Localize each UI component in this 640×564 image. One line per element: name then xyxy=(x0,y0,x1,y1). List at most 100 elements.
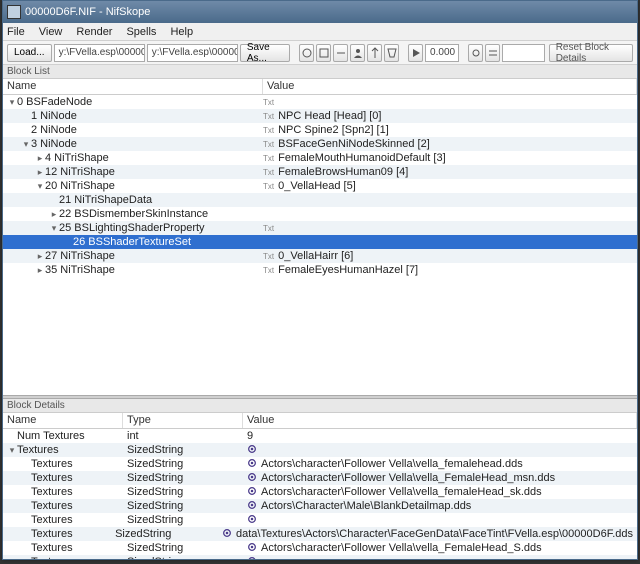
detail-row[interactable]: Num Textures int 9 xyxy=(3,429,637,443)
prop-type: SizedString xyxy=(123,500,243,512)
time-field[interactable]: 0.000 xyxy=(425,44,459,62)
view-side-icon[interactable] xyxy=(333,44,348,62)
twisty-icon[interactable]: ▾ xyxy=(49,223,59,234)
node-label: 26 BSShaderTextureSet xyxy=(73,236,191,248)
menu-spells[interactable]: Spells xyxy=(126,26,156,38)
titlebar[interactable]: 00000D6F.NIF - NifSkope xyxy=(3,1,637,23)
detail-row[interactable]: TexturesSizedStringActors\character\Foll… xyxy=(3,485,637,499)
type-tag: Txt xyxy=(263,168,274,177)
save-path-field[interactable]: y:\FVella.esp\00000D6F.NIF xyxy=(147,44,238,62)
tree-row[interactable]: ▸35 NiTriShapeTxtFemaleEyesHumanHazel [7… xyxy=(3,263,637,277)
block-details-header: Block Details xyxy=(3,399,637,413)
twisty-icon[interactable]: ▸ xyxy=(49,209,59,220)
twisty-icon[interactable]: ▾ xyxy=(35,181,45,192)
reset-block-details-button[interactable]: Reset Block Details xyxy=(549,44,633,62)
node-label: 12 NiTriShape xyxy=(45,166,115,178)
col-name[interactable]: Name xyxy=(3,413,123,428)
twisty-icon[interactable]: ▾ xyxy=(7,97,17,108)
detail-row[interactable]: ▾TexturesSizedString xyxy=(3,443,637,457)
prop-name: Textures xyxy=(31,500,73,512)
view-front-icon[interactable] xyxy=(316,44,331,62)
tree-row[interactable]: 26 BSShaderTextureSet xyxy=(3,235,637,249)
node-label: 2 NiNode xyxy=(31,124,77,136)
view-top-icon[interactable] xyxy=(299,44,314,62)
anim-field[interactable] xyxy=(502,44,544,62)
tree-row[interactable]: ▸12 NiTriShapeTxtFemaleBrowsHuman09 [4] xyxy=(3,165,637,179)
prop-value: 9 xyxy=(247,430,253,442)
switch-icon[interactable] xyxy=(485,44,500,62)
tree-row[interactable]: ▾25 BSLightingShaderPropertyTxt xyxy=(3,221,637,235)
menu-render[interactable]: Render xyxy=(76,26,112,38)
col-type[interactable]: Type xyxy=(123,413,243,428)
detail-row[interactable]: TexturesSizedString xyxy=(3,513,637,527)
col-value[interactable]: Value xyxy=(243,413,637,428)
node-label: 1 NiNode xyxy=(31,110,77,122)
prop-name: Textures xyxy=(31,486,73,498)
node-label: 22 BSDismemberSkinInstance xyxy=(59,208,208,220)
twisty-icon[interactable]: ▸ xyxy=(35,251,45,262)
gear-icon[interactable] xyxy=(247,486,257,499)
block-list-tree[interactable]: ▾0 BSFadeNodeTxt1 NiNodeTxtNPC Head [Hea… xyxy=(3,95,637,395)
tree-row[interactable]: 2 NiNodeTxtNPC Spine2 [Spn2] [1] xyxy=(3,123,637,137)
twisty-icon[interactable]: ▸ xyxy=(35,167,45,178)
app-window: 00000D6F.NIF - NifSkope File View Render… xyxy=(2,0,638,560)
menu-help[interactable]: Help xyxy=(170,26,193,38)
flip-icon[interactable] xyxy=(367,44,382,62)
menu-view[interactable]: View xyxy=(39,26,63,38)
gear-icon[interactable] xyxy=(247,500,257,513)
prop-type: SizedString xyxy=(123,486,243,498)
tree-row[interactable]: 1 NiNode Txt NPC Head [Head] [0] xyxy=(3,109,637,123)
type-tag: Txt xyxy=(263,112,274,121)
gear-icon[interactable] xyxy=(247,472,257,485)
prop-type: SizedString xyxy=(123,556,243,559)
value-text: 0_VellaHead [5] xyxy=(278,180,356,192)
tree-row[interactable]: ▸27 NiTriShapeTxt0_VellaHairr [6] xyxy=(3,249,637,263)
prop-type: SizedString xyxy=(123,458,243,470)
tree-row[interactable]: ▸4 NiTriShapeTxtFemaleMouthHumanoidDefau… xyxy=(3,151,637,165)
node-label: 27 NiTriShape xyxy=(45,250,115,262)
tree-row[interactable]: ▾3 NiNodeTxtBSFaceGenNiNodeSkinned [2] xyxy=(3,137,637,151)
prop-value: Actors\Character\Male\BlankDetailmap.dds xyxy=(261,500,471,512)
menubar: File View Render Spells Help xyxy=(3,23,637,41)
block-list-columns: Name Value xyxy=(3,79,637,95)
detail-row[interactable]: TexturesSizedStringdata\Textures\Actors\… xyxy=(3,527,637,541)
block-list-header: Block List xyxy=(3,65,637,79)
twisty-icon[interactable]: ▸ xyxy=(35,153,45,164)
twisty-icon[interactable]: ▸ xyxy=(35,265,45,276)
twisty-icon[interactable]: ▾ xyxy=(7,445,17,456)
prop-name: Num Textures xyxy=(17,430,85,442)
load-path-field[interactable]: y:\FVella.esp\00000D6F.NIF xyxy=(54,44,145,62)
gear-icon[interactable] xyxy=(222,528,232,541)
saveas-button[interactable]: Save As... xyxy=(240,44,291,62)
loop-icon[interactable] xyxy=(468,44,483,62)
col-value[interactable]: Value xyxy=(263,79,637,94)
node-label: 0 BSFadeNode xyxy=(17,96,92,108)
gear-icon[interactable] xyxy=(247,458,257,471)
detail-row[interactable]: TexturesSizedString xyxy=(3,555,637,559)
prop-value: Actors\character\Follower Vella\vella_Fe… xyxy=(261,542,542,554)
prop-type: int xyxy=(123,430,243,442)
twisty-icon[interactable]: ▾ xyxy=(21,139,31,150)
tree-row[interactable]: 21 NiTriShapeData xyxy=(3,193,637,207)
gear-icon[interactable] xyxy=(247,444,257,457)
view-user-icon[interactable] xyxy=(350,44,365,62)
load-button[interactable]: Load... xyxy=(7,44,52,62)
gear-icon[interactable] xyxy=(247,556,257,560)
play-icon[interactable] xyxy=(408,44,423,62)
value-text: NPC Head [Head] [0] xyxy=(278,110,381,122)
detail-row[interactable]: TexturesSizedStringActors\character\Foll… xyxy=(3,457,637,471)
prop-name: Textures xyxy=(31,514,73,526)
prop-type: SizedString xyxy=(123,542,243,554)
detail-row[interactable]: TexturesSizedStringActors\character\Foll… xyxy=(3,541,637,555)
perspective-icon[interactable] xyxy=(384,44,399,62)
col-name[interactable]: Name xyxy=(3,79,263,94)
tree-row[interactable]: ▾20 NiTriShapeTxt0_VellaHead [5] xyxy=(3,179,637,193)
block-details-tree[interactable]: Num Texturesint9▾TexturesSizedStringText… xyxy=(3,429,637,559)
menu-file[interactable]: File xyxy=(7,26,25,38)
tree-row[interactable]: ▸22 BSDismemberSkinInstance xyxy=(3,207,637,221)
gear-icon[interactable] xyxy=(247,514,257,527)
detail-row[interactable]: TexturesSizedStringActors\character\Foll… xyxy=(3,471,637,485)
gear-icon[interactable] xyxy=(247,542,257,555)
detail-row[interactable]: Textures SizedString Actors\Character\Male… xyxy=(3,499,637,513)
tree-row[interactable]: ▾0 BSFadeNodeTxt xyxy=(3,95,637,109)
